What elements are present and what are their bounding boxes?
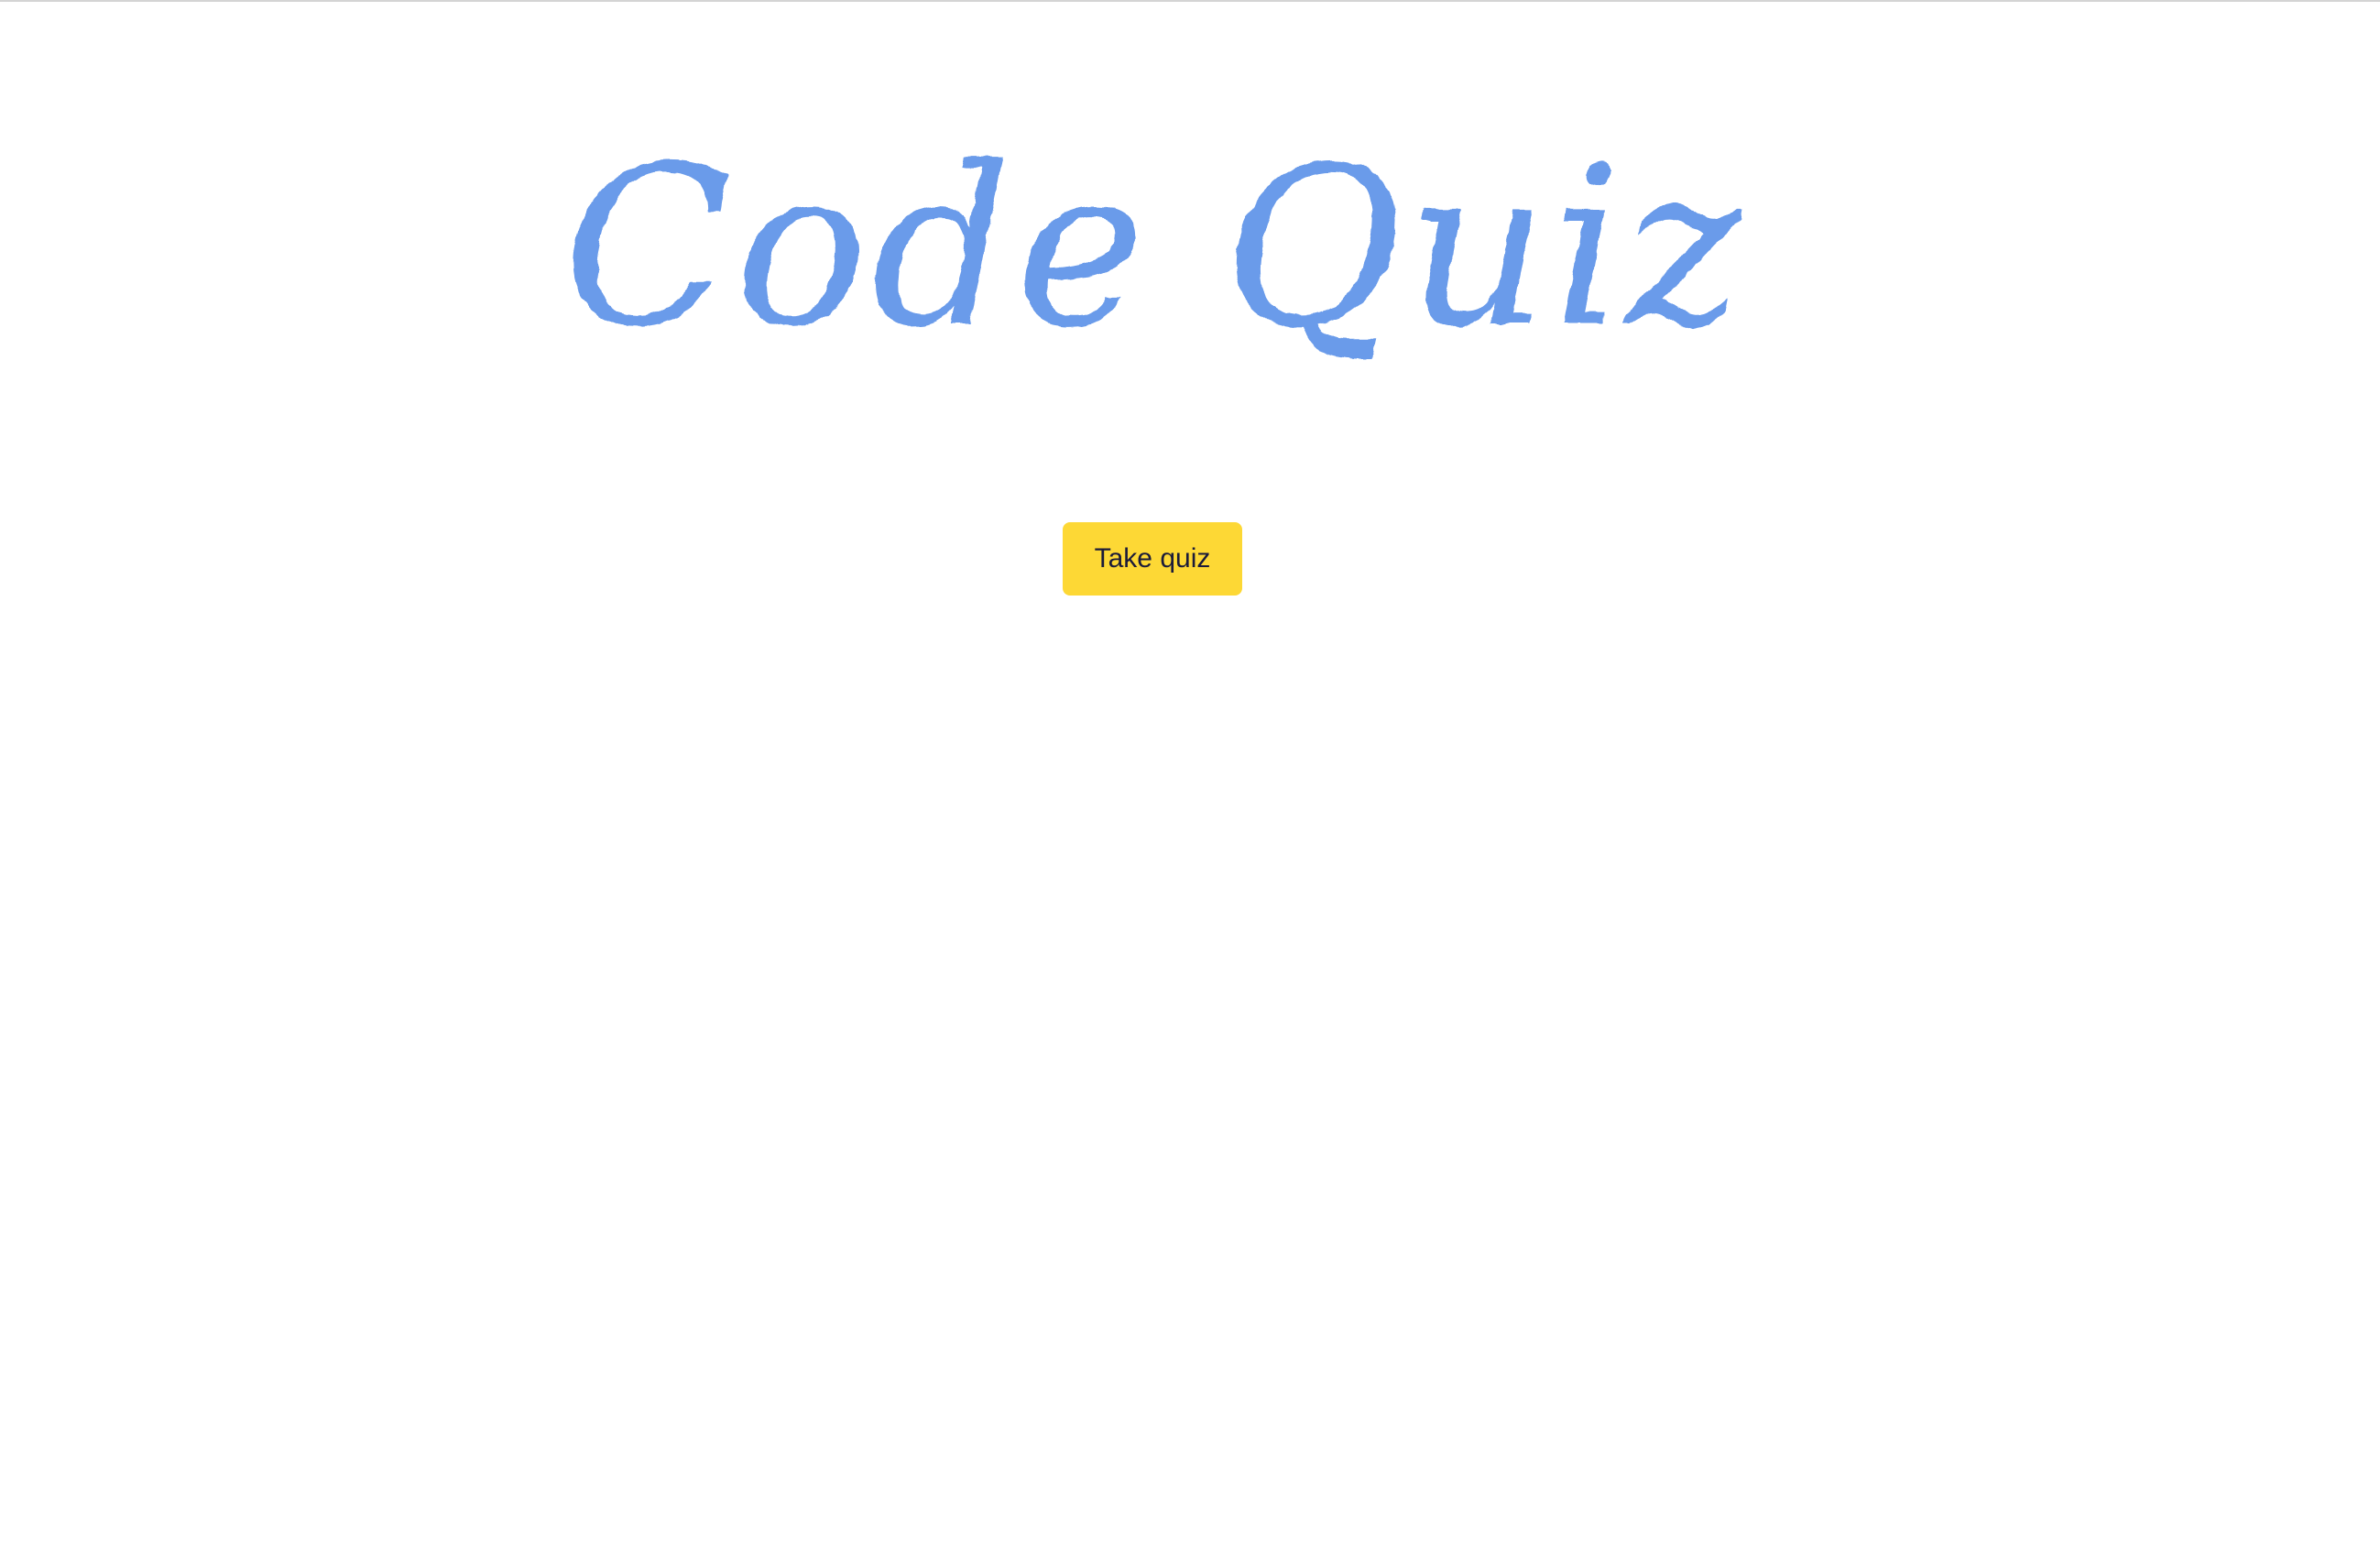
top-divider — [0, 0, 2380, 2]
quiz-start-page: Code Quiz Take quiz — [0, 0, 2380, 1563]
page-title: Code Quiz — [562, 119, 1746, 376]
title-container: Code Quiz — [0, 137, 2309, 357]
start-button-container: Take quiz — [1063, 522, 1242, 596]
take-quiz-button[interactable]: Take quiz — [1063, 522, 1242, 596]
